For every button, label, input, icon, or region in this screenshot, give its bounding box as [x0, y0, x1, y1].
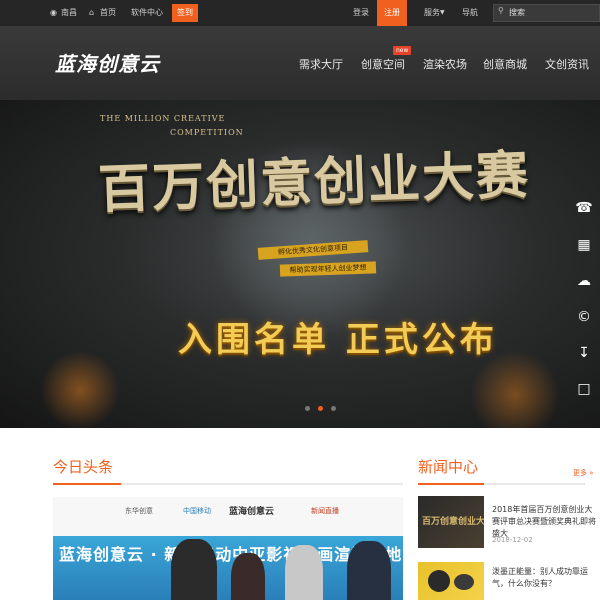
signin-button[interactable]: 签到	[172, 4, 198, 22]
hero-announcement: 入围名单 正式公布	[178, 320, 498, 360]
top-bar: ◉ 南昌 ⌂ 首页 软件中心 签到 登录 注册 服务 ▼ 导航 ⚲ 搜索	[0, 0, 600, 26]
copyright-icon[interactable]: ©	[568, 302, 600, 332]
login-link[interactable]: 登录	[353, 0, 369, 26]
ember-glow	[470, 350, 560, 428]
news-item-title[interactable]: 泼墨正能量：别人成功靠运气，什么你没有？	[492, 566, 600, 590]
nav-menu[interactable]: 导航	[462, 0, 478, 26]
today-divider-accent	[53, 483, 121, 485]
nav-item-demand-hall[interactable]: 需求大厅	[299, 56, 343, 72]
today-headlines-title: 今日头条	[53, 458, 114, 476]
news-item-date: 2018-12-02	[492, 536, 533, 544]
news-item-title[interactable]: 2018年首届百万创意创业大赛评审总决赛暨颁奖典礼即将盛大	[492, 504, 600, 540]
person-figure	[231, 553, 265, 600]
ember-glow	[40, 350, 120, 428]
person-figure	[285, 545, 323, 600]
hero-subtitle-en-2: COMPETITION	[170, 128, 244, 137]
carousel-dots	[305, 396, 339, 415]
search-input[interactable]: ⚲ 搜索	[493, 4, 600, 22]
nav-item-creative-mall[interactable]: 创意商城	[483, 56, 527, 72]
news-thumbnail[interactable]	[418, 562, 484, 600]
nav-item-culture-news[interactable]: 文创资讯	[545, 56, 589, 72]
person-figure	[347, 541, 391, 600]
new-badge: new	[393, 46, 412, 55]
nav-item-creative-space[interactable]: 创意空间	[361, 56, 405, 72]
thumb-figure	[428, 570, 450, 592]
banner-logo-text: 新闻直播	[311, 507, 339, 515]
thumb-figure	[454, 574, 474, 590]
nav-item-render-farm[interactable]: 渲染农场	[423, 56, 467, 72]
carousel-dot[interactable]	[305, 406, 310, 411]
carousel-dot-active[interactable]	[318, 406, 324, 411]
location-pin-icon: ◉	[50, 8, 57, 17]
home-icon: ⌂	[89, 8, 95, 17]
headset-icon[interactable]: ☎	[568, 193, 600, 223]
home-link[interactable]: 首页	[100, 0, 116, 26]
download-icon[interactable]: ↧	[568, 338, 600, 368]
more-link[interactable]: 更多 »	[573, 468, 594, 478]
news-thumbnail[interactable]: 百万创意创业大赛	[418, 496, 484, 548]
hero-title: 百万创意创业大赛	[97, 144, 532, 221]
news-divider-accent	[418, 483, 484, 485]
location-label[interactable]: 南昌	[61, 0, 77, 26]
monitor-icon[interactable]: □	[568, 374, 600, 404]
register-button[interactable]: 注册	[377, 0, 407, 26]
search-icon: ⚲	[498, 6, 504, 15]
banner-logo-text: 东华创意	[125, 507, 153, 515]
chevron-down-icon: ▼	[440, 9, 445, 16]
thumb-title: 百万创意创业大赛	[422, 517, 484, 527]
today-headline-image[interactable]: 东华创意 中国移动 蓝海创意云 新闻直播 蓝海创意云 · 新疆移动中亚影视动画渲…	[53, 497, 403, 600]
site-logo[interactable]: 蓝海创意云	[55, 48, 160, 77]
cloud-upload-icon[interactable]: ☁	[568, 266, 600, 296]
news-center-title: 新闻中心	[418, 458, 479, 476]
banner-logo-text: 蓝海创意云	[229, 507, 275, 517]
main-header: 蓝海创意云 需求大厅 创意空间 渲染农场 创意商城 文创资讯 new	[0, 26, 600, 100]
hero-banner[interactable]: THE MILLION CREATIVE COMPETITION 百万创意创业大…	[0, 100, 600, 428]
banner-logo-text: 中国移动	[183, 507, 211, 515]
hero-subtitle-en-1: THE MILLION CREATIVE	[100, 114, 226, 123]
service-menu[interactable]: 服务	[424, 0, 440, 26]
software-center-link[interactable]: 软件中心	[131, 0, 163, 26]
carousel-dot[interactable]	[331, 406, 337, 411]
person-figure	[171, 539, 217, 600]
qrcode-icon[interactable]: ▦	[568, 230, 600, 260]
search-placeholder: 搜索	[509, 8, 525, 17]
